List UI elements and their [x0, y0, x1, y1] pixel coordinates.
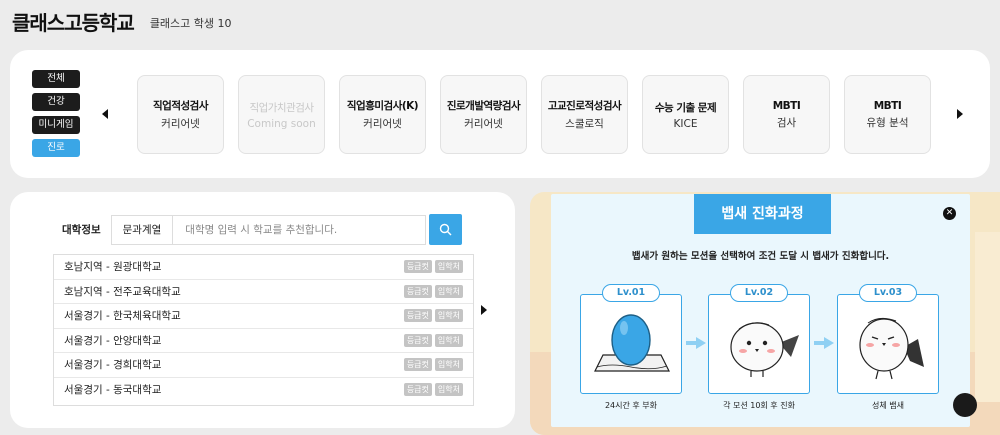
floating-action-button[interactable] [953, 393, 977, 417]
student-label: 클래스고 학생 10 [149, 17, 232, 30]
university-name: 호남지역 - 전주교육대학교 [64, 285, 181, 298]
test-provider: 커리어넷 [161, 118, 200, 130]
test-carousel-card: 전체 건강 미니게임 진로 직업적성검사 커리어넷 직업가치관검사 Coming… [10, 50, 990, 178]
level-caption: 24시간 후 부화 [604, 401, 658, 410]
test-card-highschool-career[interactable]: 고교진로적성검사 스쿨로직 [541, 75, 628, 154]
list-item[interactable]: 호남지역 - 전주교육대학교 등급컷 입학처 [54, 280, 473, 304]
university-search-input[interactable]: 대학명 입력 시 학교를 추천합니다. [173, 214, 427, 245]
university-info-card: 대학정보 문과계열 대학명 입력 시 학교를 추천합니다. 호남지역 - 원광대… [10, 192, 515, 428]
list-item[interactable]: 서울경기 - 동국대학교 등급컷 입학처 [54, 378, 473, 403]
search-button[interactable] [429, 214, 463, 245]
test-title: 진로개발역량검사 [446, 100, 521, 112]
category-list: 전체 건강 미니게임 진로 [32, 70, 80, 157]
list-item[interactable]: 호남지역 - 원광대학교 등급컷 입학처 [54, 255, 473, 280]
modal-title: 뱁새 진화과정 [694, 194, 831, 234]
admission-office-tag[interactable]: 입학처 [434, 333, 463, 347]
modal-subtitle: 뱁새가 원하는 모션을 선택하여 조건 도달 시 뱁새가 진화합니다. [631, 251, 890, 262]
category-minigame-button[interactable]: 미니게임 [32, 116, 80, 134]
major-field-select[interactable]: 문과계열 [110, 214, 174, 245]
university-name: 서울경기 - 안양대학교 [64, 334, 162, 347]
close-icon[interactable]: ✕ [943, 207, 956, 220]
test-title: 직업적성검사 [153, 100, 208, 112]
arrow-right-icon [814, 337, 834, 349]
caret-left-icon[interactable] [102, 109, 108, 119]
grade-cut-tag[interactable]: 등급컷 [403, 260, 432, 274]
level-card-3: Lv.03 [837, 284, 939, 394]
list-item[interactable]: 서울경기 - 안양대학교 등급컷 입학처 [54, 329, 473, 353]
school-name: 클래스고등학교 [12, 10, 135, 35]
university-name: 서울경기 - 동국대학교 [64, 384, 162, 397]
evolution-modal: 뱁새 진화과정 ✕ 뱁새가 원하는 모션을 선택하여 조건 도달 시 뱁새가 진… [551, 194, 970, 427]
admission-office-tag[interactable]: 입학처 [434, 358, 463, 372]
grade-cut-tag[interactable]: 등급컷 [403, 309, 432, 323]
grade-cut-tag[interactable]: 등급컷 [403, 358, 432, 372]
test-provider: 유형 분석 [866, 116, 909, 129]
test-provider: Coming soon [247, 117, 316, 130]
test-title: 수능 기출 문제 [654, 101, 717, 114]
grade-cut-tag[interactable]: 등급컷 [403, 284, 432, 298]
test-list: 직업적성검사 커리어넷 직업가치관검사 Coming soon 직업흥미검사(K… [137, 75, 931, 154]
list-item[interactable]: 서울경기 - 경희대학교 등급컷 입학처 [54, 353, 473, 378]
list-item[interactable]: 서울경기 - 한국체육대학교 등급컷 입학처 [54, 304, 473, 329]
test-provider: 검사 [776, 116, 797, 129]
promo-edge [975, 232, 1000, 402]
caret-right-icon[interactable] [481, 305, 487, 315]
category-all-button[interactable]: 전체 [32, 70, 80, 88]
university-list: 호남지역 - 원광대학교 등급컷 입학처 호남지역 - 전주교육대학교 등급컷 입학… [53, 254, 474, 406]
page-header: 클래스고등학교 클래스고 학생 10 [12, 6, 232, 36]
test-title: 직업흥미검사(K) [346, 100, 419, 112]
bird-icon [859, 317, 924, 380]
test-card-aptitude[interactable]: 직업적성검사 커리어넷 [137, 75, 224, 154]
admission-office-tag[interactable]: 입학처 [434, 284, 463, 298]
test-title: MBTI [772, 99, 801, 112]
level-caption: 각 모션 10회 후 진화 [723, 401, 795, 410]
test-provider: 스쿨로직 [565, 118, 604, 130]
test-card-interest[interactable]: 직업흥미검사(K) 커리어넷 [339, 75, 426, 154]
test-card-mbti-analysis[interactable]: MBTI 유형 분석 [844, 75, 931, 154]
egg-icon [594, 314, 670, 372]
test-card-values: 직업가치관검사 Coming soon [238, 75, 325, 154]
test-provider: 커리어넷 [464, 118, 503, 130]
university-name: 서울경기 - 한국체육대학교 [64, 310, 181, 323]
chick-icon [730, 322, 799, 377]
test-card-career-capability[interactable]: 진로개발역량검사 커리어넷 [440, 75, 527, 154]
admission-office-tag[interactable]: 입학처 [434, 309, 463, 323]
level-card-2: Lv.02 [708, 284, 810, 394]
test-provider: 커리어넷 [363, 118, 402, 130]
test-title: 직업가치관검사 [249, 101, 314, 114]
admission-office-tag[interactable]: 입학처 [434, 383, 463, 397]
arrow-right-icon [686, 337, 706, 349]
test-provider: KICE [673, 117, 698, 130]
university-name: 호남지역 - 원광대학교 [64, 261, 162, 274]
category-career-button[interactable]: 진로 [32, 139, 80, 157]
university-search-row: 대학정보 문과계열 대학명 입력 시 학교를 추천합니다. [52, 214, 463, 245]
level-card-1: Lv.01 [580, 284, 682, 394]
university-name: 서울경기 - 경희대학교 [64, 359, 162, 372]
university-info-tab[interactable]: 대학정보 [52, 215, 111, 245]
test-title: 고교진로적성검사 [547, 100, 622, 112]
grade-cut-tag[interactable]: 등급컷 [403, 383, 432, 397]
test-card-mbti-test[interactable]: MBTI 검사 [743, 75, 830, 154]
admission-office-tag[interactable]: 입학처 [434, 260, 463, 274]
caret-right-icon[interactable] [957, 109, 963, 119]
category-health-button[interactable]: 건강 [32, 93, 80, 111]
test-title: MBTI [873, 99, 902, 112]
test-card-csat[interactable]: 수능 기출 문제 KICE [642, 75, 729, 154]
search-icon [440, 223, 452, 236]
grade-cut-tag[interactable]: 등급컷 [403, 333, 432, 347]
level-caption: 성체 뱁새 [872, 401, 904, 410]
